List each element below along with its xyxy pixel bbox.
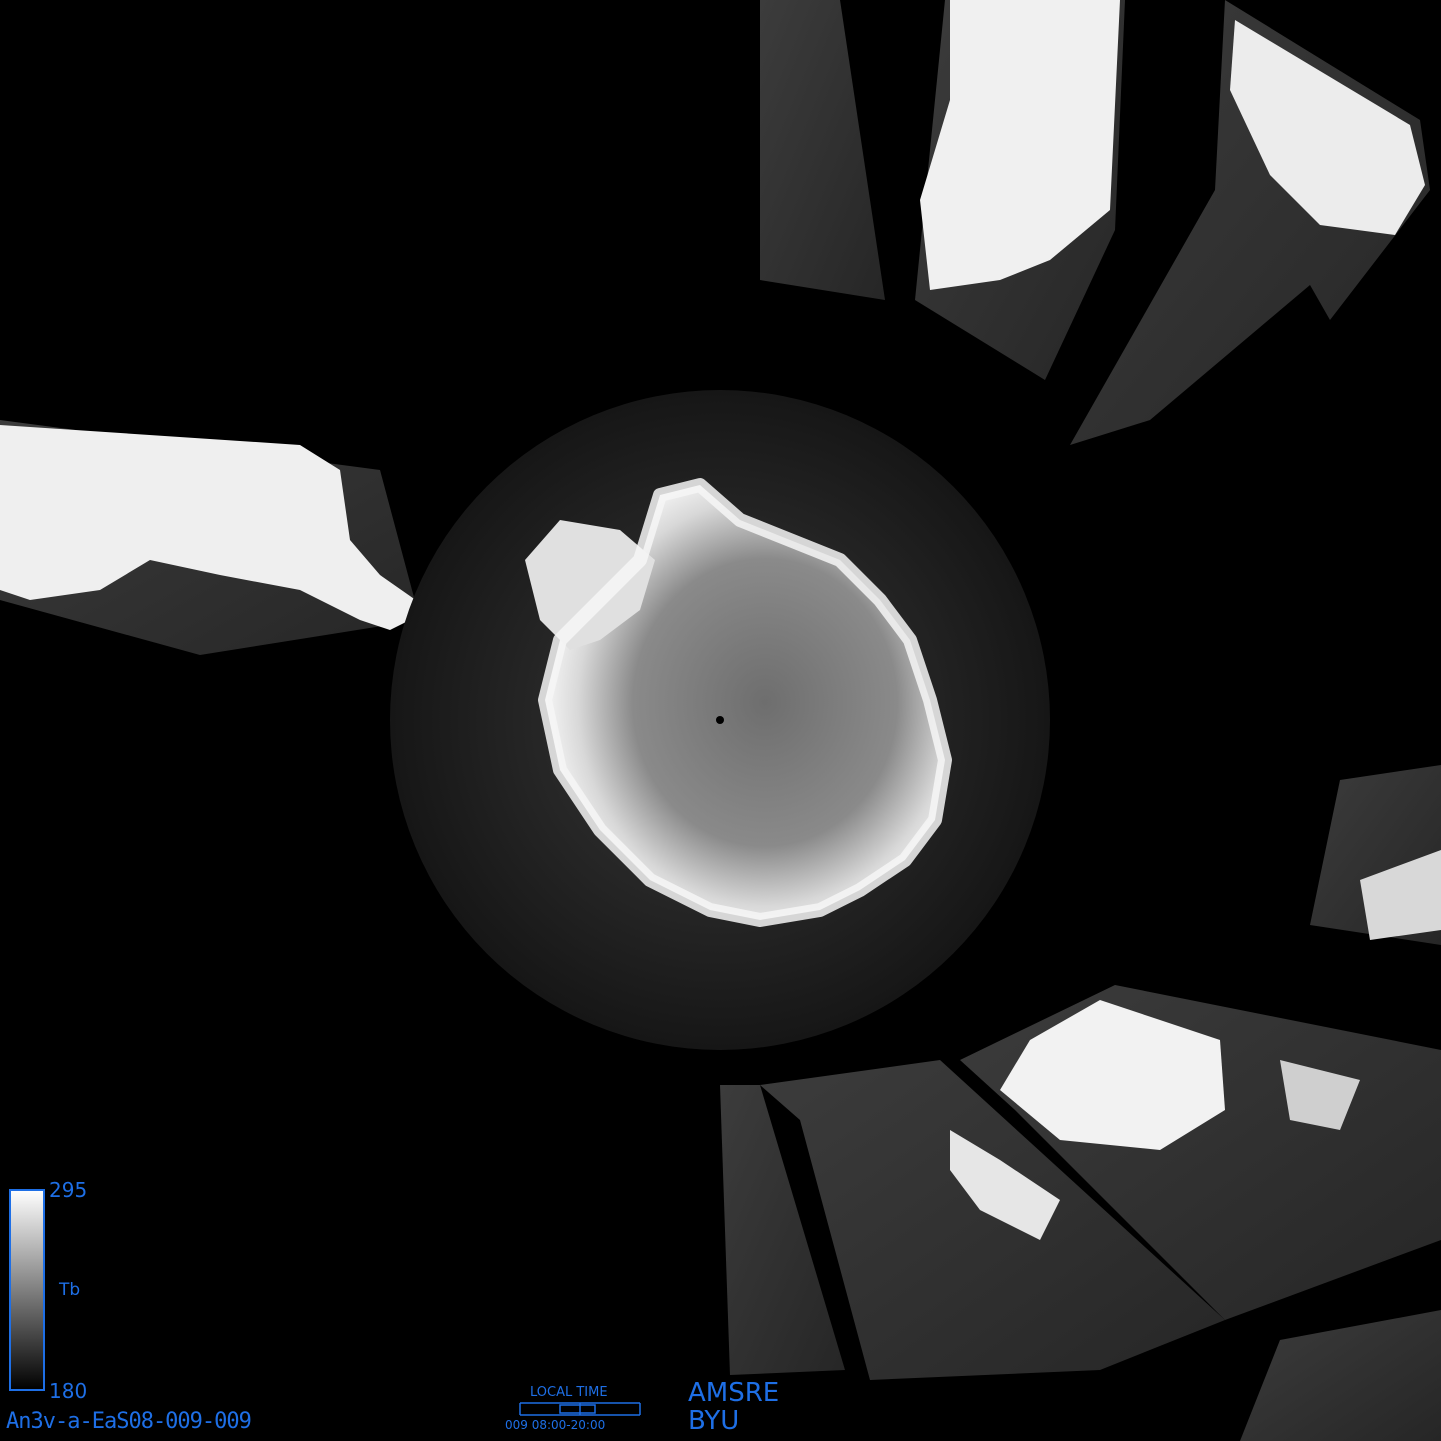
local-time-title: LOCAL TIME <box>530 1385 608 1400</box>
colorbar <box>9 1189 45 1391</box>
colorbar-max-label: 295 <box>49 1178 88 1202</box>
local-time-range: 009 08:00-20:00 <box>505 1418 606 1432</box>
swath-north <box>760 0 885 300</box>
sensor-label: AMSRE <box>688 1378 780 1408</box>
swath-southeast-2 <box>1240 1310 1441 1441</box>
institution-label: BYU <box>688 1406 740 1436</box>
brightness-temperature-map <box>0 0 1441 1441</box>
pole-hole <box>716 716 724 724</box>
local-time-bar <box>519 1402 641 1416</box>
polar-disk <box>390 390 1050 1050</box>
image-id-label: An3v-a-EaS08-009-009 <box>6 1409 252 1434</box>
colorbar-gradient <box>10 1190 44 1390</box>
colorbar-unit-label: Tb <box>59 1280 81 1300</box>
colorbar-min-label: 180 <box>49 1379 88 1403</box>
